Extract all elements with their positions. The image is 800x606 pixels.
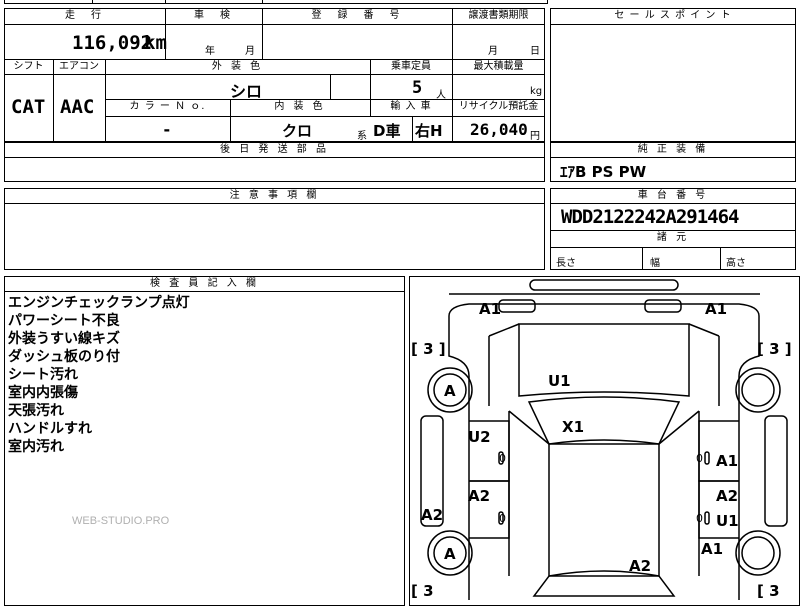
import-dealer-value: D車 bbox=[373, 122, 401, 140]
import-label: 輸 入 車 bbox=[390, 101, 432, 112]
notes-label: 注 意 事 項 欄 bbox=[229, 190, 320, 201]
front-door-right-mark: A1 bbox=[716, 452, 739, 470]
capacity-value: 5 bbox=[412, 78, 423, 98]
zero-mark: 0 bbox=[499, 512, 506, 525]
capacity-label: 乗車定員 bbox=[391, 61, 431, 72]
inspection-label: 車 検 bbox=[194, 10, 233, 21]
inspector-note: ハンドルすれ bbox=[8, 421, 92, 437]
capacity-unit: 人 bbox=[436, 90, 446, 101]
inspector-note: エンジンチェックランプ点灯 bbox=[8, 295, 190, 311]
inspector-label: 検 査 員 記 入 欄 bbox=[150, 278, 259, 289]
door-right-front bbox=[698, 420, 739, 482]
front-door-left-mark: U2 bbox=[468, 428, 491, 446]
inspector-note: 室内汚れ bbox=[8, 439, 64, 455]
zero-mark: 0 bbox=[696, 452, 703, 465]
front-left-mark: A1 bbox=[479, 300, 502, 318]
mileage-value: 116,092 bbox=[72, 32, 153, 54]
interior-color-label: 内 装 色 bbox=[274, 101, 326, 112]
top-strip bbox=[4, 0, 548, 4]
later-parts-label: 後 日 発 送 部 品 bbox=[220, 144, 329, 155]
rocker-right bbox=[764, 415, 788, 527]
inspection-month-unit: 月 bbox=[245, 46, 255, 57]
wheel-front-right-inner bbox=[741, 373, 775, 407]
aircon-value: AAC bbox=[60, 96, 95, 118]
inspector-note: 天張汚れ bbox=[8, 403, 64, 419]
rear-door-right-mark-1: A2 bbox=[716, 487, 739, 505]
rear-door-left-mark: A2 bbox=[468, 487, 491, 505]
handle bbox=[704, 511, 710, 525]
max-load-label: 最大積載量 bbox=[473, 61, 524, 72]
shift-label: シフト bbox=[13, 61, 44, 72]
recycle-value: 26,040 bbox=[470, 120, 528, 139]
shift-value: CAT bbox=[11, 96, 46, 118]
interior-color-suffix: 系 bbox=[357, 131, 367, 142]
inspector-note: 外装うすい線キズ bbox=[8, 331, 120, 347]
genuine-equipment-value: ｴｱB PS PW bbox=[560, 163, 647, 181]
handle bbox=[704, 451, 710, 465]
zero-mark: 0 bbox=[696, 512, 703, 525]
exterior-color-label: 外 装 色 bbox=[211, 61, 264, 72]
inspection-year-unit: 年 bbox=[205, 46, 215, 57]
inspector-note: ダッシュ板のり付 bbox=[8, 349, 120, 365]
inspector-notes-list: エンジンチェックランプ点灯 パワーシート不良 外装うすい線キズ ダッシュ板のり付… bbox=[8, 294, 190, 456]
mileage-label: 走 行 bbox=[65, 10, 104, 21]
rear-window bbox=[532, 570, 676, 597]
registration-label: 登 録 番 号 bbox=[311, 10, 403, 21]
left-rocker-mark: A2 bbox=[421, 506, 444, 524]
headlight-right bbox=[644, 299, 682, 313]
dimensions-label: 諸 元 bbox=[656, 232, 690, 243]
color-no-value: - bbox=[162, 120, 172, 139]
cabin-right bbox=[658, 410, 700, 576]
trunk-mark: A2 bbox=[629, 557, 652, 575]
roof-mark: X1 bbox=[562, 418, 585, 436]
mileage-unit: km bbox=[144, 32, 167, 54]
vehicle-info-block bbox=[4, 8, 545, 142]
cabin-left bbox=[508, 410, 550, 576]
front-right-mark: A1 bbox=[705, 300, 728, 318]
recycle-unit: 円 bbox=[530, 131, 540, 142]
aircon-label: エアコン bbox=[59, 61, 99, 72]
exterior-color-value: シロ bbox=[230, 82, 263, 101]
inspector-note: パワーシート不良 bbox=[8, 313, 120, 329]
wheel-rear-right-inner bbox=[741, 536, 775, 570]
recycle-label: リサイクル預託金 bbox=[458, 101, 539, 112]
transfer-day-unit: 日 bbox=[530, 46, 540, 57]
wheel-rl-mark: A bbox=[444, 545, 456, 563]
windshield bbox=[527, 396, 681, 445]
tire-rl-bracket: [ 3 bbox=[411, 582, 434, 600]
chassis-label: 車 台 番 号 bbox=[637, 190, 709, 201]
inspector-note: 室内内張傷 bbox=[8, 385, 78, 401]
dimension-width: 幅 bbox=[650, 258, 660, 269]
color-no-label: カ ラ ー Ｎ ｏ. bbox=[129, 101, 206, 112]
sales-point-block bbox=[550, 8, 796, 142]
right-rear-quarter-mark: A1 bbox=[701, 540, 724, 558]
wheel-fl-mark: A bbox=[444, 382, 456, 400]
hood-outline bbox=[518, 323, 690, 397]
sales-point-label: セ ー ル ス ポ イ ン ト bbox=[614, 10, 732, 21]
hood-lines bbox=[488, 323, 720, 406]
dimension-length: 長さ bbox=[556, 258, 576, 269]
tire-fr-bracket: [ 3 ] bbox=[757, 340, 792, 358]
tire-rr-bracket: [ 3 bbox=[757, 582, 780, 600]
dimension-height: 高さ bbox=[726, 258, 746, 269]
chassis-number: WDD2122242A291464 bbox=[561, 206, 739, 228]
rear-door-right-mark-2: U1 bbox=[716, 512, 739, 530]
zero-mark: 0 bbox=[499, 452, 506, 465]
interior-color-value: クロ bbox=[282, 122, 313, 140]
transfer-deadline-label: 譲渡書類期限 bbox=[468, 10, 529, 21]
transfer-month-unit: 月 bbox=[488, 46, 498, 57]
max-load-unit: kg bbox=[530, 86, 543, 97]
import-steering-value: 右H bbox=[415, 122, 443, 140]
watermark: WEB-STUDIO.PRO bbox=[72, 515, 170, 527]
front-bumper bbox=[529, 279, 679, 291]
genuine-equipment-label: 純 正 装 備 bbox=[637, 144, 709, 155]
hood-mark: U1 bbox=[548, 372, 571, 390]
tire-fl-bracket: [ 3 ] bbox=[411, 340, 446, 358]
headlight-left bbox=[498, 299, 536, 313]
inspector-note: シート汚れ bbox=[8, 367, 78, 383]
